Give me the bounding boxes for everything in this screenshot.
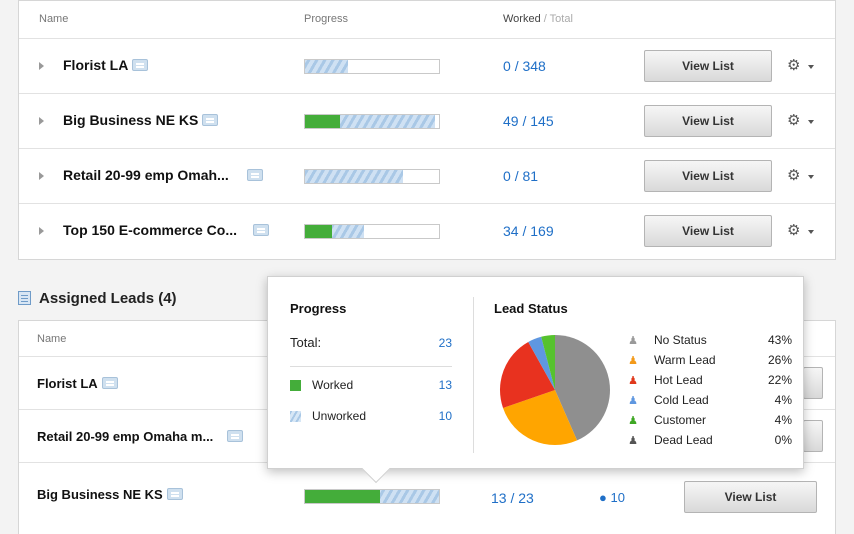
header-name: Name <box>37 333 67 345</box>
progress-bar <box>304 169 440 184</box>
dead-lead-icon: ♟ <box>628 435 638 447</box>
progress-title: Progress <box>290 301 347 316</box>
gear-icon[interactable]: ⚙ <box>787 111 800 129</box>
list-name[interactable]: Top 150 E-commerce Co... <box>63 222 270 238</box>
status-label: No Status <box>654 333 707 347</box>
status-percent: 4% <box>774 393 792 407</box>
progress-bar <box>304 224 440 239</box>
worked-swatch <box>290 380 301 391</box>
status-label: Hot Lead <box>654 373 703 387</box>
list-name[interactable]: Big Business NE KS <box>37 487 183 502</box>
progress-bar <box>304 59 440 74</box>
progress-worked <box>305 490 381 503</box>
view-list-button[interactable] <box>803 367 823 399</box>
section-title: Assigned Leads (4) <box>18 290 177 307</box>
list-name[interactable]: Retail 20-99 emp Omah... <box>63 167 263 183</box>
comment-icon[interactable] <box>132 59 149 71</box>
view-list-button[interactable]: View List <box>684 481 817 513</box>
status-label: Cold Lead <box>654 393 709 407</box>
total-label: Total: <box>290 335 322 350</box>
header-name: Name <box>39 13 69 25</box>
comment-icon[interactable] <box>246 169 263 181</box>
gear-icon[interactable]: ⚙ <box>787 166 800 184</box>
status-percent: 4% <box>774 413 792 427</box>
comment-icon[interactable] <box>202 114 219 126</box>
list-row[interactable]: Retail 20-99 emp Omah... 0 / 81 View Lis… <box>19 149 835 204</box>
progress-unworked <box>305 60 348 73</box>
unworked-label: Unworked <box>312 409 367 423</box>
progress-worked <box>305 225 332 238</box>
lists-header: Name Progress Worked / Total <box>19 1 835 39</box>
status-percent: 26% <box>767 353 792 367</box>
worked-total: 0 / 81 <box>503 168 539 184</box>
progress-worked <box>305 115 340 128</box>
unworked-count: ● 10 <box>599 490 625 505</box>
hot-lead-icon: ♟ <box>628 375 638 387</box>
worked-total: 49 / 145 <box>503 113 554 129</box>
status-percent: 43% <box>767 333 792 347</box>
chevron-down-icon[interactable] <box>808 175 814 179</box>
view-list-button[interactable] <box>803 420 823 452</box>
lists-panel: Name Progress Worked / Total Florist LA … <box>18 0 836 260</box>
expand-arrow-icon[interactable] <box>39 62 44 70</box>
status-percent: 22% <box>767 373 792 387</box>
popover-divider <box>473 297 474 453</box>
status-label: Warm Lead <box>654 353 716 367</box>
comment-icon[interactable] <box>227 430 244 442</box>
progress-bar <box>304 114 440 129</box>
status-label: Customer <box>654 413 707 427</box>
divider <box>290 366 452 367</box>
lead-stats-popover: Progress Total: 23 Worked 13 Unworked 10… <box>267 276 804 484</box>
lead-status-pie <box>500 335 610 445</box>
worked-total: 13 / 23 <box>491 490 534 506</box>
list-name[interactable]: Retail 20-99 emp Omaha m... <box>37 429 244 444</box>
worked-total: 0 / 348 <box>503 58 546 74</box>
document-icon <box>18 291 31 305</box>
gear-icon[interactable]: ⚙ <box>787 56 800 74</box>
view-list-button[interactable]: View List <box>644 50 772 82</box>
total-value: 23 <box>438 336 452 350</box>
header-worked: Worked / Total <box>503 13 573 25</box>
list-row[interactable]: Big Business NE KS 49 / 145 View List ⚙ <box>19 94 835 149</box>
customer-icon: ♟ <box>628 415 638 427</box>
view-list-button[interactable]: View List <box>644 160 772 192</box>
worked-total: 34 / 169 <box>503 223 554 239</box>
list-name[interactable]: Florist LA <box>63 57 149 73</box>
expand-arrow-icon[interactable] <box>39 172 44 180</box>
no-status-icon: ♟ <box>628 335 638 347</box>
comment-icon[interactable] <box>101 377 118 389</box>
gear-icon[interactable]: ⚙ <box>787 221 800 239</box>
warm-lead-icon: ♟ <box>628 355 638 367</box>
list-row[interactable]: Top 150 E-commerce Co... 34 / 169 View L… <box>19 204 835 259</box>
unworked-swatch <box>290 411 301 422</box>
list-row[interactable]: Big Business NE KS 13 / 23 ● 10 View Lis… <box>19 463 835 523</box>
progress-bar <box>304 489 440 504</box>
worked-label: Worked <box>312 378 354 392</box>
chevron-down-icon[interactable] <box>808 230 814 234</box>
view-list-button[interactable]: View List <box>644 215 772 247</box>
comment-icon[interactable] <box>253 224 270 236</box>
worked-value: 13 <box>438 378 452 392</box>
list-row[interactable]: Florist LA 0 / 348 View List ⚙ <box>19 39 835 94</box>
comment-icon[interactable] <box>166 488 183 500</box>
expand-arrow-icon[interactable] <box>39 117 44 125</box>
lead-status-title: Lead Status <box>494 301 568 316</box>
list-name[interactable]: Florist LA <box>37 376 118 391</box>
chevron-down-icon[interactable] <box>808 120 814 124</box>
list-name[interactable]: Big Business NE KS <box>63 112 219 128</box>
expand-arrow-icon[interactable] <box>39 227 44 235</box>
unworked-value: 10 <box>438 409 452 423</box>
cold-lead-icon: ♟ <box>628 395 638 407</box>
chevron-down-icon[interactable] <box>808 65 814 69</box>
status-percent: 0% <box>774 433 792 447</box>
header-progress: Progress <box>304 13 349 25</box>
status-label: Dead Lead <box>654 433 713 447</box>
view-list-button[interactable]: View List <box>644 105 772 137</box>
progress-unworked <box>305 170 403 183</box>
